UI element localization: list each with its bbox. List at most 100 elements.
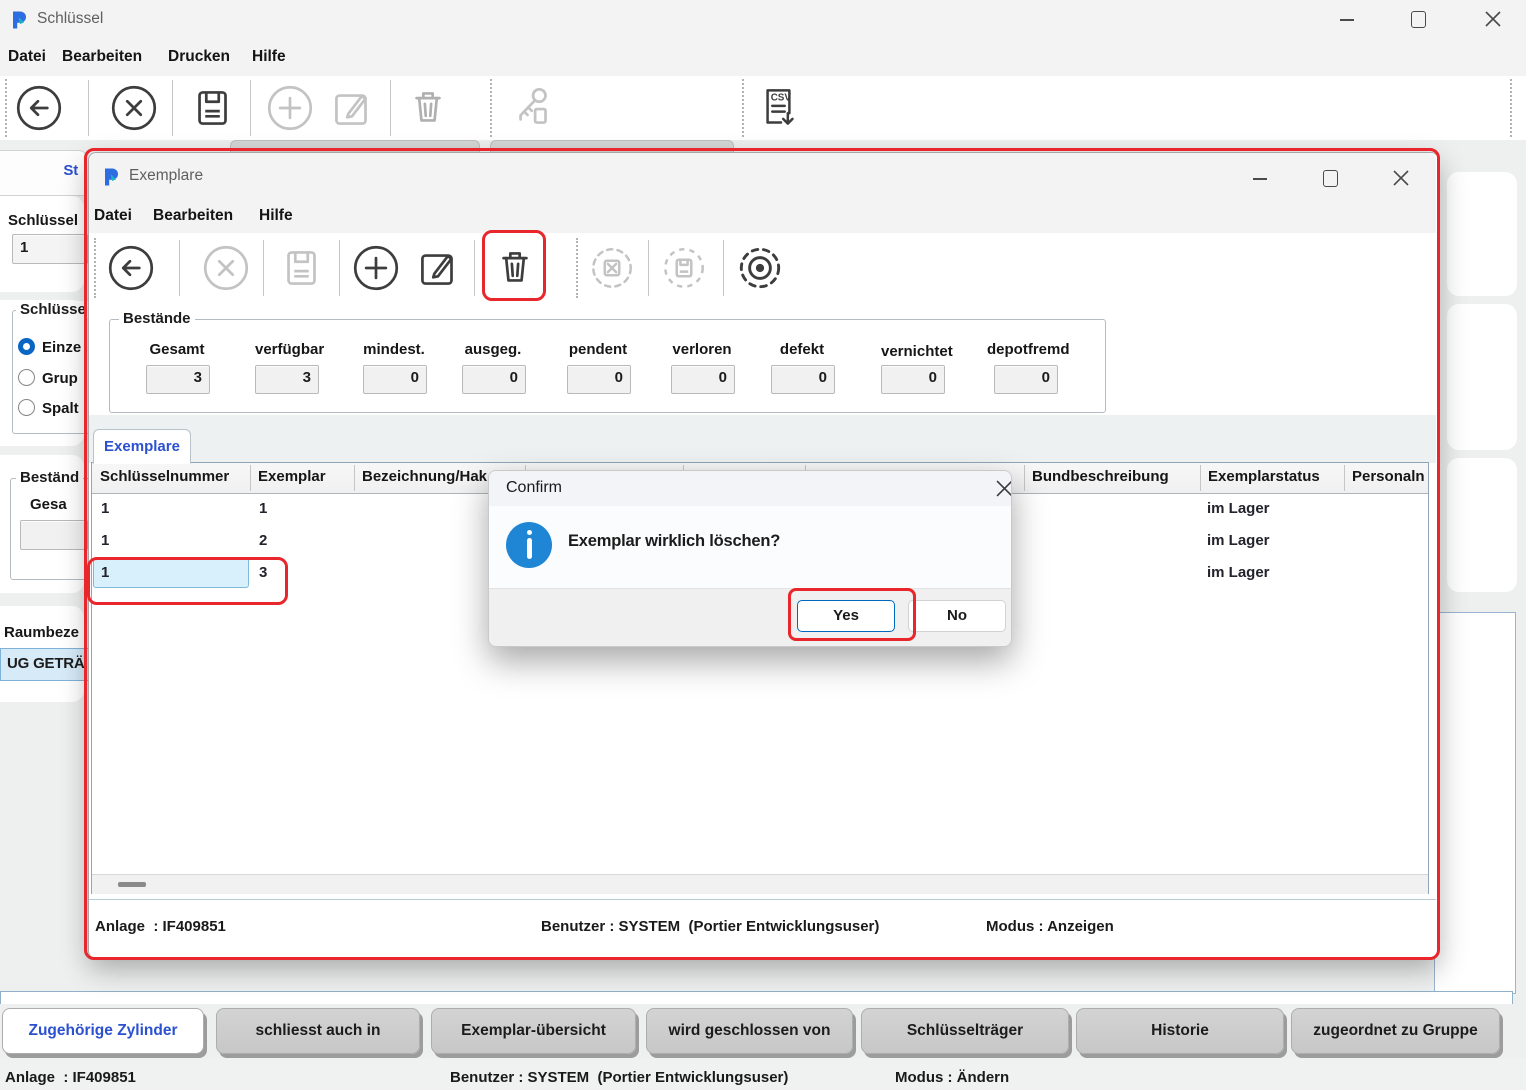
main-menubar: Datei Bearbeiten Drucken Hilfe (0, 40, 1526, 76)
separator (1344, 465, 1345, 491)
radio-einzel[interactable] (18, 338, 35, 355)
cancel-button[interactable] (107, 81, 161, 135)
main-maximize-button[interactable] (1411, 11, 1426, 28)
edit-button[interactable] (411, 241, 465, 295)
main-tab-stammdaten[interactable]: St (0, 150, 87, 196)
cancel-button[interactable] (199, 241, 253, 295)
save-button[interactable] (185, 81, 239, 135)
background-panel (1434, 612, 1516, 994)
delete-button[interactable] (401, 81, 455, 135)
info-icon (506, 522, 552, 568)
separator (94, 238, 96, 298)
separator (250, 465, 251, 491)
tab-schliesst-auch-in[interactable]: schliesst auch in (216, 1008, 420, 1054)
col-bundbeschreibung[interactable]: Bundbeschreibung (1032, 468, 1169, 485)
tab-wird-geschlossen-von[interactable]: wird geschlossen von (646, 1008, 853, 1054)
main-menu-drucken[interactable]: Drucken (168, 48, 230, 66)
bottom-tab-strip: Zugehörige Zylinder schliesst auch in Ex… (0, 1004, 1526, 1058)
stock-field-vernichtet: 0 (881, 365, 945, 394)
exemplare-close-button[interactable] (1393, 170, 1409, 186)
main-menu-bearbeiten[interactable]: Bearbeiten (62, 48, 142, 66)
target-button[interactable] (733, 241, 787, 295)
schluessel-field[interactable]: 1 (12, 234, 88, 264)
gesamt-main-label: Gesa (30, 496, 67, 513)
main-menu-hilfe[interactable]: Hilfe (252, 48, 286, 66)
separator (1510, 79, 1512, 137)
stock-field-verfuegbar: 3 (255, 365, 319, 394)
col-personalnummer[interactable]: Personaln (1352, 468, 1425, 485)
selected-cell[interactable] (93, 558, 249, 588)
add-button[interactable] (263, 81, 317, 135)
stock-label-verloren: verloren (671, 341, 733, 358)
exemplare-statusbar: Anlage : IF409851 Benutzer : SYSTEM (Por… (89, 899, 1436, 958)
radio-spalte-label: Spalt (42, 400, 79, 417)
stock-field-gesamt: 3 (146, 365, 210, 394)
csv-export-button[interactable]: CSV (752, 81, 806, 135)
edit-button[interactable] (325, 81, 379, 135)
separator (1024, 465, 1025, 491)
main-menu-datei[interactable]: Datei (8, 48, 46, 66)
cell-schluesselnummer: 1 (101, 564, 109, 581)
exemplare-menu-hilfe[interactable]: Hilfe (259, 207, 293, 225)
delete-button[interactable] (488, 241, 542, 295)
main-minimize-button[interactable] (1340, 19, 1354, 21)
bestaende-main-group-label: Beständ (16, 469, 83, 486)
col-bezeichnung[interactable]: Bezeichnung/Hak (362, 468, 487, 485)
radio-gruppe[interactable] (18, 369, 35, 386)
col-schluesselnummer[interactable]: Schlüsselnummer (100, 468, 229, 485)
stock-field-defekt: 0 (771, 365, 835, 394)
background-panel (1447, 172, 1517, 296)
exemplare-menubar: Datei Bearbeiten Hilfe (89, 201, 1436, 233)
save-button[interactable] (274, 241, 328, 295)
confirm-dialog-message: Exemplar wirklich löschen? (568, 532, 780, 551)
scrollbar-thumb[interactable] (118, 882, 146, 887)
raumbezeichnung-label: Raumbeze (4, 624, 79, 641)
radio-gruppe-label: Grup (42, 370, 78, 387)
stock-field-depotfremd: 0 (994, 365, 1058, 394)
confirm-dialog-close-button[interactable] (996, 480, 1012, 497)
cell-exemplarstatus: im Lager (1207, 532, 1270, 549)
tab-exemplare[interactable]: Exemplare (93, 429, 191, 464)
stock-label-mindest: mindest. (363, 341, 425, 358)
exemplare-menu-bearbeiten[interactable]: Bearbeiten (153, 207, 233, 225)
separator (648, 240, 649, 296)
raumbezeichnung-field[interactable]: UG GETRÄ (0, 648, 89, 681)
issue-cancel-button[interactable] (585, 241, 639, 295)
exemplare-titlebar: Exemplare (89, 153, 1436, 201)
exemplare-minimize-button[interactable] (1253, 178, 1267, 180)
col-exemplarstatus[interactable]: Exemplarstatus (1208, 468, 1320, 485)
main-close-button[interactable] (1485, 11, 1501, 27)
back-button[interactable] (12, 81, 66, 135)
separator (88, 80, 89, 136)
tab-zugehoerige-zylinder[interactable]: Zugehörige Zylinder (2, 1008, 204, 1054)
separator (5, 79, 7, 137)
separator (263, 240, 264, 296)
confirm-dialog-title: Confirm (506, 479, 562, 497)
separator (390, 80, 391, 136)
stock-field-pendent: 0 (567, 365, 631, 394)
yes-button[interactable]: Yes (797, 600, 895, 632)
key-button[interactable] (505, 81, 559, 135)
no-button[interactable]: No (908, 600, 1006, 632)
radio-einzel-label: Einze (42, 339, 81, 356)
tab-historie[interactable]: Historie (1076, 1008, 1284, 1054)
back-button[interactable] (104, 241, 158, 295)
col-exemplar[interactable]: Exemplar (258, 468, 326, 485)
issue-save-button[interactable] (657, 241, 711, 295)
exemplare-maximize-button[interactable] (1323, 170, 1338, 187)
app-logo-icon (10, 10, 30, 30)
exemplare-status-anlage: Anlage : IF409851 (95, 918, 226, 935)
add-button[interactable] (349, 241, 403, 295)
screen: Schlüssel Datei Bearbeiten Drucken Hilfe (0, 0, 1526, 1090)
separator (250, 80, 251, 136)
radio-spalte[interactable] (18, 399, 35, 416)
tab-schluesseltraeger[interactable]: Schlüsselträger (861, 1008, 1069, 1054)
exemplare-window-title: Exemplare (129, 167, 203, 185)
separator (354, 465, 355, 491)
horizontal-scrollbar[interactable] (92, 874, 1428, 894)
confirm-dialog: Confirm Exemplar wirklich löschen? Yes N… (488, 470, 1012, 647)
tab-zugeordnet-zu-gruppe[interactable]: zugeordnet zu Gruppe (1291, 1008, 1500, 1054)
exemplare-menu-datei[interactable]: Datei (94, 207, 132, 225)
tab-exemplar-uebersicht[interactable]: Exemplar-übersicht (431, 1008, 636, 1054)
stock-label-verfuegbar: verfügbar (255, 341, 317, 358)
